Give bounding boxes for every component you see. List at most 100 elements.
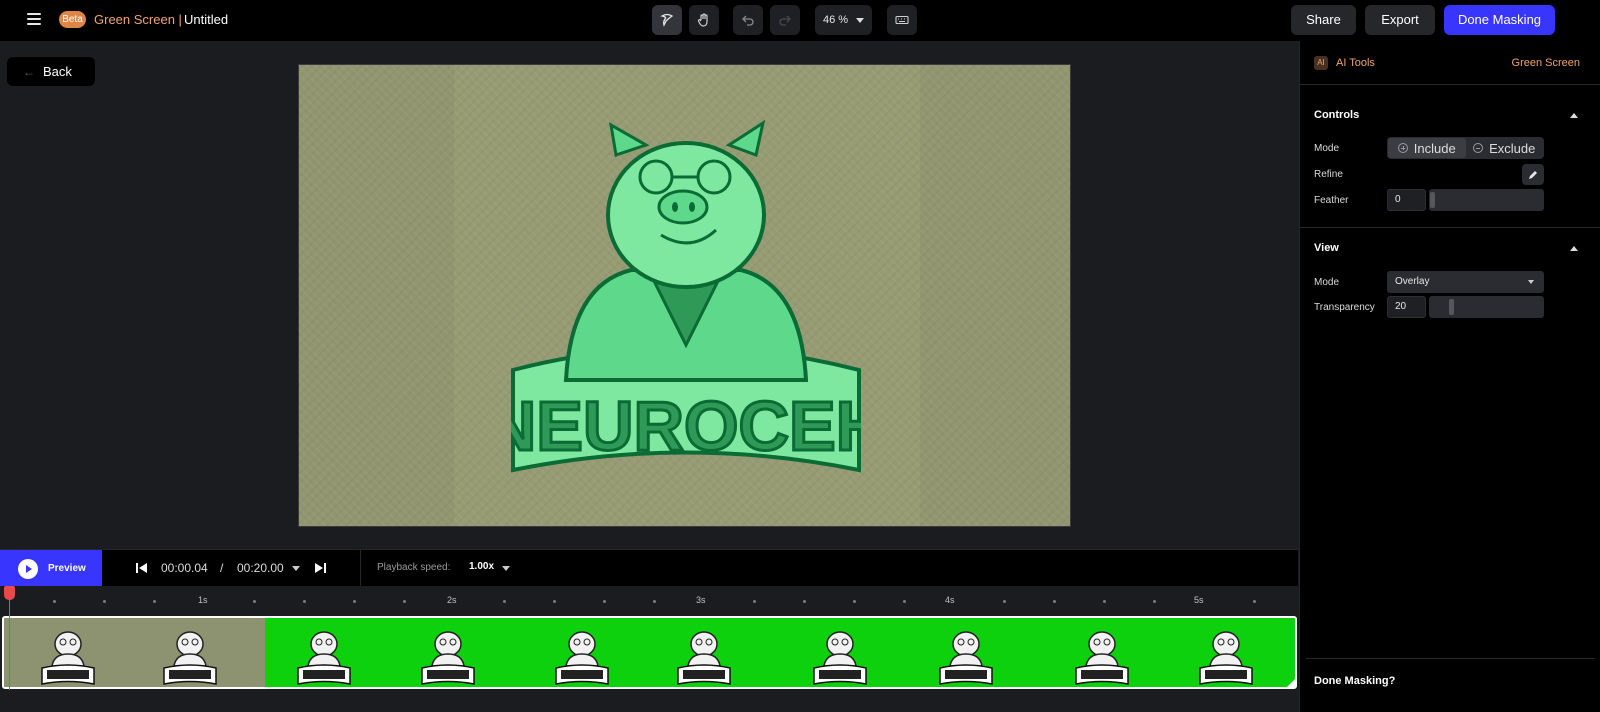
export-button[interactable]: Export [1365, 5, 1435, 35]
transparency-slider[interactable] [1429, 296, 1544, 318]
frame-thumbnail [813, 631, 867, 685]
video-track[interactable] [2, 616, 1297, 689]
exclude-option[interactable]: Exclude [1466, 138, 1544, 158]
ruler-tick [753, 600, 756, 603]
frame-thumbnail [421, 631, 475, 685]
chevron-up-icon[interactable] [1570, 246, 1578, 251]
undo-button[interactable] [733, 5, 763, 35]
time-separator: / [220, 561, 224, 575]
tick-label: 1s [198, 595, 208, 605]
brush-icon [660, 13, 674, 27]
ai-tools-link[interactable]: AI Tools [1336, 57, 1375, 69]
ruler-tick [1003, 600, 1006, 603]
pencil-icon [1529, 170, 1537, 179]
play-icon [18, 558, 38, 579]
zoom-value: 46 % [822, 14, 849, 26]
chevron-up-icon[interactable] [1570, 113, 1578, 118]
pan-tool-button[interactable] [689, 5, 719, 35]
feather-slider-thumb[interactable] [1430, 192, 1435, 208]
timeline-scroll-area[interactable] [0, 690, 1298, 712]
ruler-tick [53, 600, 56, 603]
ruler-tick [1253, 600, 1256, 603]
ruler-tick [803, 600, 806, 603]
undo-icon [742, 15, 754, 26]
view-mode-select[interactable]: Overlay [1387, 271, 1544, 293]
current-time: 00:00.04 [161, 561, 208, 575]
playback-speed-label: Playback speed: [377, 562, 451, 573]
back-button[interactable]: ← Back [7, 57, 95, 86]
document-title[interactable]: Untitled [184, 12, 228, 27]
timeline-ruler[interactable]: 1s 2s 3s 4s 5s [0, 586, 1298, 616]
include-label: Include [1413, 140, 1456, 156]
back-label: Back [43, 64, 72, 79]
done-masking-question: Done Masking? [1314, 675, 1396, 687]
plus-circle-icon [1397, 143, 1408, 153]
view-mode-value: Overlay [1395, 276, 1430, 287]
hand-icon [697, 13, 708, 27]
zoom-dropdown[interactable]: 46 % [815, 5, 872, 35]
frame-thumbnail [163, 631, 217, 685]
tick-label: 2s [447, 595, 457, 605]
ruler-tick [1053, 600, 1056, 603]
tick-label: 3s [696, 595, 706, 605]
draw-tool-button[interactable] [652, 5, 682, 35]
ruler-tick [553, 600, 556, 603]
ruler-tick [1103, 600, 1106, 603]
keyboard-icon [895, 15, 909, 25]
chevron-down-icon[interactable] [502, 566, 510, 571]
skip-forward-icon[interactable] [314, 562, 326, 574]
feather-label: Feather [1314, 195, 1349, 206]
view-section-title: View [1314, 242, 1339, 254]
minus-circle-icon [1473, 143, 1484, 153]
mode-toggle: Include Exclude [1387, 137, 1544, 159]
playback-bar: Preview 00:00.04 / 00:20.00 Playback spe… [0, 549, 1298, 587]
properties-panel: AI AI Tools Green Screen Controls Mode I… [1299, 41, 1600, 712]
frame-thumbnail [41, 631, 95, 685]
playhead-line [9, 598, 10, 690]
ruler-tick [503, 600, 506, 603]
chevron-down-icon [1528, 280, 1534, 284]
ruler-tick [353, 600, 356, 603]
pig-mascot-logo: NEUROCEH [511, 119, 861, 473]
frame-thumbnail [1199, 631, 1253, 685]
tick-label: 5s [1194, 595, 1204, 605]
ruler-tick [153, 600, 156, 603]
resize-handle[interactable] [1286, 678, 1295, 687]
done-masking-button[interactable]: Done Masking [1444, 5, 1555, 35]
chevron-down-icon [856, 17, 865, 23]
controls-section-title: Controls [1314, 109, 1360, 121]
ruler-tick [303, 600, 306, 603]
keyboard-shortcuts-button[interactable] [887, 5, 917, 35]
arrow-left-icon: ← [23, 64, 35, 79]
panel-header: AI AI Tools Green Screen [1300, 41, 1600, 85]
ruler-tick [853, 600, 856, 603]
feather-slider[interactable] [1429, 189, 1544, 211]
ruler-tick [603, 600, 606, 603]
green-screen-label: Green Screen [1511, 57, 1580, 69]
playback-speed-value[interactable]: 1.00x [469, 561, 494, 572]
feather-input[interactable]: 0 [1387, 189, 1426, 211]
mode-label: Mode [1314, 143, 1340, 154]
skip-back-icon[interactable] [136, 562, 148, 574]
transparency-slider-thumb[interactable] [1449, 299, 1454, 315]
ruler-tick [903, 600, 906, 603]
transparency-label: Transparency [1314, 302, 1375, 313]
redo-icon [779, 15, 791, 26]
video-canvas[interactable]: NEUROCEH [298, 64, 1071, 527]
ruler-tick [253, 600, 256, 603]
menu-icon[interactable] [27, 13, 41, 25]
refine-button[interactable] [1522, 164, 1544, 185]
include-option[interactable]: Include [1388, 138, 1466, 158]
redo-button[interactable] [770, 5, 800, 35]
frame-thumbnail [555, 631, 609, 685]
chevron-down-icon[interactable] [292, 566, 300, 571]
share-button[interactable]: Share [1291, 5, 1356, 35]
frame-thumbnail [939, 631, 993, 685]
total-time: 00:20.00 [237, 561, 284, 575]
ruler-tick [403, 600, 406, 603]
view-mode-label: Mode [1314, 277, 1340, 288]
transparency-input[interactable]: 20 [1387, 296, 1426, 318]
exclude-label: Exclude [1489, 140, 1536, 156]
preview-button[interactable]: Preview [0, 550, 102, 587]
preview-label: Preview [48, 563, 86, 574]
